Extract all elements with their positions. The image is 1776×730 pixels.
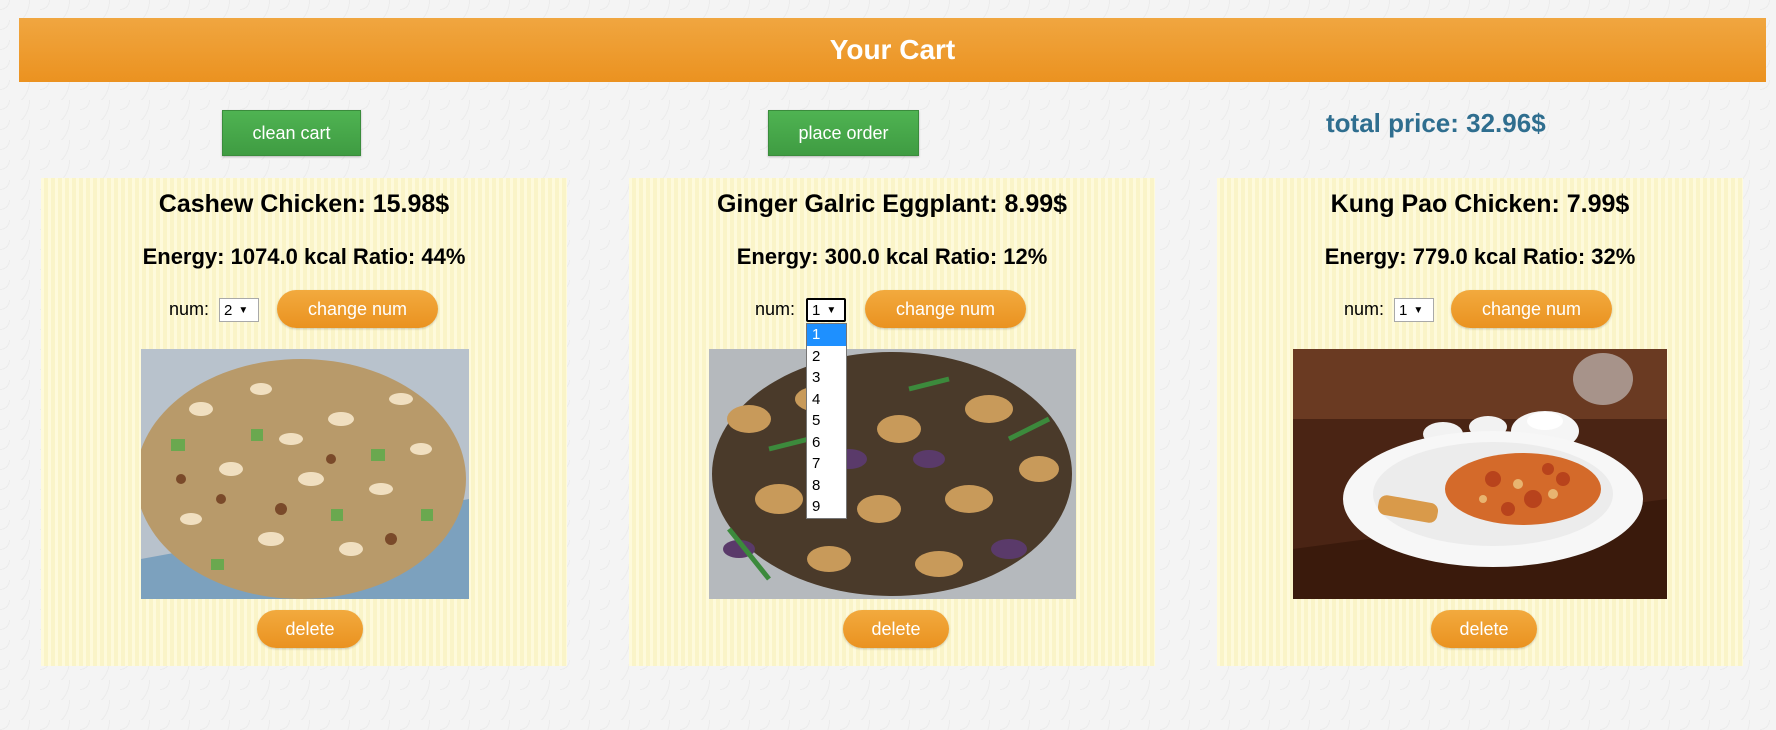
- cart-header: Your Cart: [19, 18, 1766, 82]
- item-energy: Energy: 1074.0 kcal Ratio: 44%: [142, 244, 466, 269]
- clean-cart-button[interactable]: clean cart: [222, 110, 361, 156]
- quantity-select[interactable]: 1 ▼: [806, 298, 846, 322]
- dropdown-option[interactable]: 7: [807, 453, 846, 475]
- change-num-button[interactable]: change num: [1451, 290, 1612, 328]
- chevron-down-icon: ▼: [238, 304, 249, 316]
- quantity-dropdown-list[interactable]: 1 2 3 4 5 6 7 8 9: [806, 323, 847, 519]
- chevron-down-icon: ▼: [1413, 304, 1424, 316]
- num-label: num:: [755, 299, 796, 319]
- delete-button[interactable]: delete: [257, 610, 363, 648]
- dropdown-option[interactable]: 5: [807, 410, 846, 432]
- page-title: Your Cart: [829, 34, 956, 65]
- cart-item-card: Ginger Galric Eggplant: 8.99$ Energy: 30…: [629, 178, 1155, 666]
- dropdown-option[interactable]: 1: [807, 324, 846, 346]
- dropdown-option[interactable]: 9: [807, 496, 846, 518]
- dropdown-option[interactable]: 8: [807, 475, 846, 497]
- quantity-value: 2: [224, 301, 233, 319]
- place-order-button[interactable]: place order: [768, 110, 919, 156]
- quantity-value: 1: [812, 301, 821, 319]
- delete-button[interactable]: delete: [843, 610, 949, 648]
- change-num-button[interactable]: change num: [865, 290, 1026, 328]
- item-title: Ginger Galric Eggplant: 8.99$: [716, 190, 1068, 218]
- quantity-select[interactable]: 2 ▼: [219, 298, 259, 322]
- item-title: Kung Pao Chicken: 7.99$: [1330, 190, 1630, 218]
- dropdown-option[interactable]: 6: [807, 432, 846, 454]
- quantity-value: 1: [1399, 301, 1408, 319]
- change-num-button[interactable]: change num: [277, 290, 438, 328]
- dropdown-option[interactable]: 2: [807, 346, 846, 368]
- item-energy: Energy: 300.0 kcal Ratio: 12%: [736, 244, 1048, 269]
- cart-item-card: Kung Pao Chicken: 7.99$ Energy: 779.0 kc…: [1217, 178, 1743, 666]
- chevron-down-icon: ▼: [826, 304, 837, 316]
- dropdown-option[interactable]: 4: [807, 389, 846, 411]
- dropdown-option[interactable]: 3: [807, 367, 846, 389]
- cart-item-card: Cashew Chicken: 15.98$ Energy: 1074.0 kc…: [41, 178, 567, 666]
- cashew-chicken-photo: [141, 349, 469, 599]
- item-energy: Energy: 779.0 kcal Ratio: 32%: [1324, 244, 1636, 269]
- eggplant-photo: [709, 349, 1076, 599]
- delete-button[interactable]: delete: [1431, 610, 1537, 648]
- num-label: num:: [169, 299, 210, 319]
- total-price: total price: 32.96$: [1326, 108, 1546, 138]
- num-label: num:: [1344, 299, 1385, 319]
- kung-pao-chicken-photo: [1293, 349, 1667, 599]
- item-title: Cashew Chicken: 15.98$: [158, 190, 450, 218]
- quantity-select[interactable]: 1 ▼: [1394, 298, 1434, 322]
